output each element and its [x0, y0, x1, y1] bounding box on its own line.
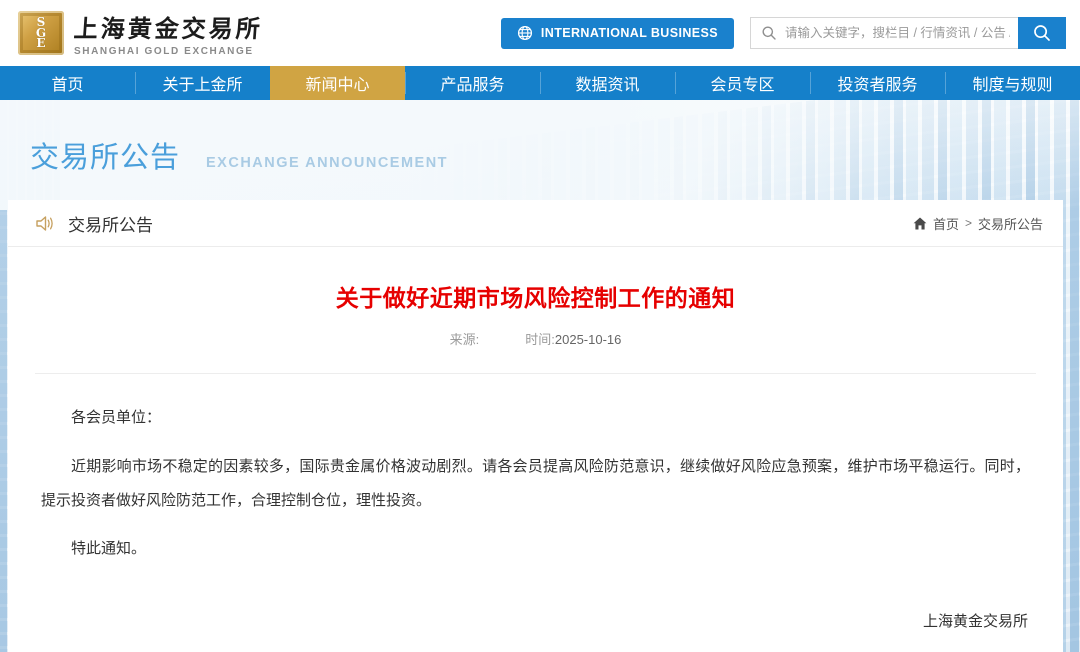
nav-item-news-center[interactable]: 新闻中心	[270, 66, 405, 100]
article-body: 各会员单位： 近期影响市场不稳定的因素较多，国际贵金属价格波动剧烈。请各会员提高…	[8, 374, 1063, 566]
announcement-card: 交易所公告 首页 > 交易所公告 关于做好近期市场风险控制工作的通知 来源: 时…	[8, 200, 1063, 652]
logo-cn-name: 上海黄金交易所	[72, 14, 264, 43]
nav-item-rules[interactable]: 制度与规则	[945, 66, 1080, 100]
breadcrumb-current: 交易所公告	[977, 216, 1043, 232]
search-submit-icon	[1034, 25, 1050, 41]
search-input[interactable]	[785, 26, 1010, 40]
breadcrumb-separator: >	[964, 216, 972, 230]
banner-subtitle: EXCHANGE ANNOUNCEMENT	[206, 155, 449, 171]
nav-item-data[interactable]: 数据资讯	[540, 66, 675, 100]
nav-item-products[interactable]: 产品服务	[405, 66, 540, 100]
page-background: 交易所公告 EXCHANGE ANNOUNCEMENT 交易所公告 首页 > 交…	[0, 100, 1080, 652]
article-paragraph: 近期影响市场不稳定的因素较多，国际贵金属价格波动剧烈。请各会员提高风险防范意识，…	[41, 457, 1030, 509]
nav-item-home[interactable]: 首页	[0, 66, 135, 100]
globe-icon	[517, 25, 532, 41]
article-time-value: 2025-10-16	[554, 332, 622, 347]
card-header: 交易所公告 首页 > 交易所公告	[8, 200, 1063, 247]
article-paragraph: 特此通知。	[71, 540, 147, 558]
nav-item-members[interactable]: 会员专区	[675, 66, 810, 100]
nav-item-investor-services[interactable]: 投资者服务	[810, 66, 945, 100]
sge-ingot-icon: SGE	[18, 11, 64, 55]
international-business-button[interactable]: INTERNATIONAL BUSINESS	[500, 17, 734, 49]
announcement-article: 关于做好近期市场风险控制工作的通知 来源: 时间:2025-10-16 各会员单…	[8, 247, 1063, 652]
article-meta: 来源: 时间:2025-10-16	[8, 329, 1063, 348]
nav-item-about[interactable]: 关于上金所	[135, 66, 270, 100]
international-business-label: INTERNATIONAL BUSINESS	[540, 26, 718, 40]
article-source-label: 来源:	[449, 332, 480, 347]
article-time-label: 时间:	[525, 332, 555, 347]
site-header: SGE 上海黄金交易所 SHANGHAI GOLD EXCHANGE INTER…	[0, 0, 1080, 66]
article-signature: 上海黄金交易所	[922, 613, 1028, 630]
logo-en-name: SHANGHAI GOLD EXCHANGE	[74, 46, 254, 57]
section-title: 交易所公告	[68, 215, 153, 235]
sge-logo: SGE 上海黄金交易所 SHANGHAI GOLD EXCHANGE	[18, 9, 264, 57]
site-search	[750, 17, 1066, 49]
banner: 交易所公告 EXCHANGE ANNOUNCEMENT	[30, 134, 448, 176]
article-title: 关于做好近期市场风险控制工作的通知	[335, 285, 736, 311]
breadcrumb-home[interactable]: 首页	[933, 214, 959, 233]
breadcrumb: 首页 > 交易所公告	[913, 214, 1043, 233]
article-paragraph: 各会员单位：	[71, 409, 162, 426]
search-submit-button[interactable]	[1018, 17, 1066, 49]
signature-block: 上海黄金交易所 2025年10月16日	[8, 610, 1063, 652]
banner-title: 交易所公告	[30, 142, 181, 174]
sge-monogram: SGE	[35, 15, 47, 51]
search-icon	[762, 26, 776, 40]
article-time: 时间:2025-10-16	[525, 329, 621, 348]
home-icon[interactable]	[913, 217, 927, 230]
logo-text: 上海黄金交易所 SHANGHAI GOLD EXCHANGE	[72, 9, 264, 57]
main-nav: 首页 关于上金所 新闻中心 产品服务 数据资讯 会员专区 投资者服务 制度与规则	[0, 66, 1080, 100]
speaker-icon	[36, 215, 53, 231]
